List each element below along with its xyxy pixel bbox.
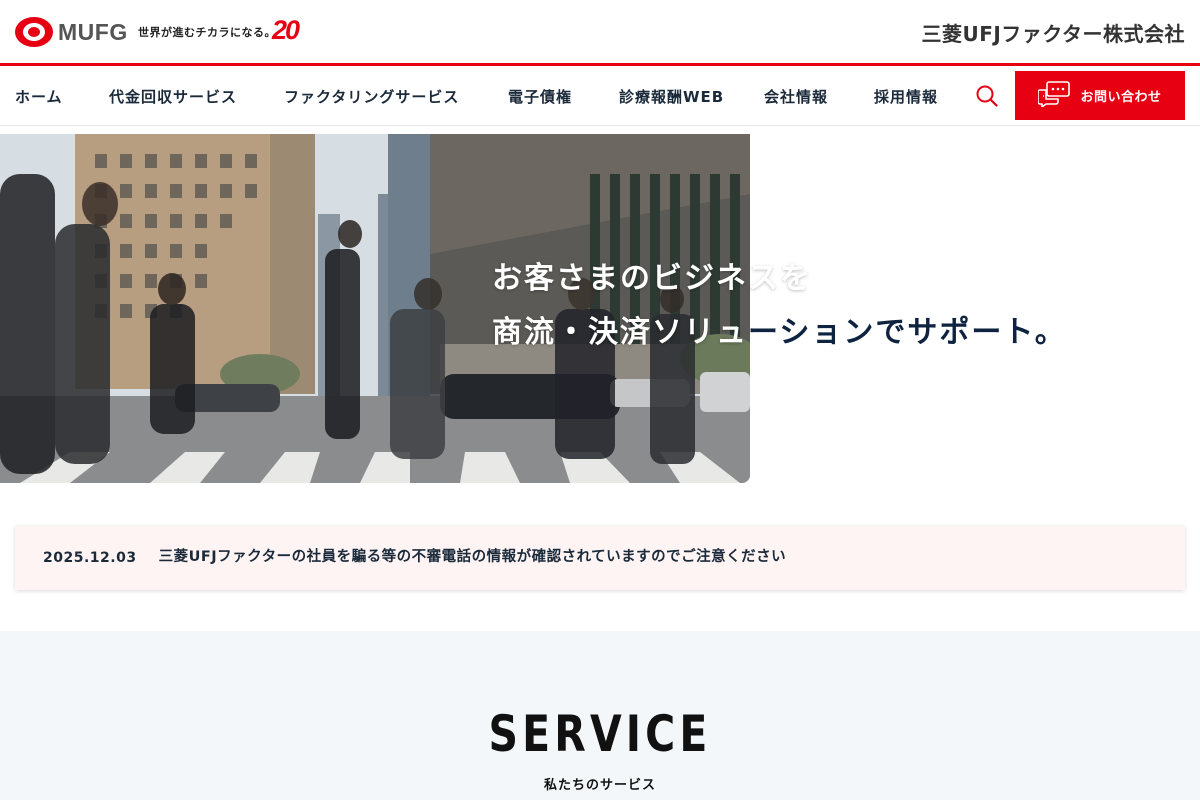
nav-item-electronic-receivables[interactable]: 電子債権 [508,86,572,107]
nav-item-medical-fee-web[interactable]: 診療報酬WEB [619,86,724,107]
global-nav: ホーム 代金回収サービス ファクタリングサービス 電子債権 診療報酬WEB 会社… [0,66,1200,126]
hero-headline-line2: 商流・決済ソリューションでサポート。 [492,315,1067,350]
top-bar: MUFG 世界が進むチカラになる。 20 三菱UFJファクター株式会社 [0,0,1200,63]
contact-button[interactable]: お問い合わせ [1015,71,1185,120]
contact-button-label: お問い合わせ [1080,90,1162,105]
service-subtitle: 私たちのサービス [543,778,656,793]
notice-text: 三菱UFJファクターの社員を騙る等の不審電話の情報が確認されていますのでご注意く… [158,548,787,565]
mufg-logo[interactable]: MUFG [15,17,128,47]
hero-headline-line1: お客さまのビジネスを [492,261,812,296]
service-section: SERVICE 私たちのサービス [0,631,1200,800]
hero-headline: お客さまのビジネスを 商流・決済ソリューションでサポート。 [492,252,1067,360]
nav-item-collection-service[interactable]: 代金回収サービス [109,86,237,107]
notice-banner[interactable]: 2025.12.03 三菱UFJファクターの社員を騙る等の不審電話の情報が確認さ… [15,526,1185,590]
mufg-logo-text: MUFG [58,18,128,45]
mufg-mark-icon [15,17,53,47]
nav-item-home[interactable]: ホーム [15,86,63,107]
nav-item-company-info[interactable]: 会社情報 [764,86,828,107]
company-name-logo[interactable]: 三菱UFJファクター株式会社 [921,18,1185,47]
notice-date: 2025.12.03 [43,550,137,566]
chat-bubbles-icon [1037,80,1071,111]
nav-item-recruit[interactable]: 採用情報 [874,86,938,107]
nav-item-factoring-service[interactable]: ファクタリングサービス [284,86,459,107]
search-icon[interactable] [975,84,999,108]
tagline: 世界が進むチカラになる。 [138,26,276,39]
service-title: SERVICE [488,705,712,763]
anniversary-logo: 20 [272,15,300,45]
